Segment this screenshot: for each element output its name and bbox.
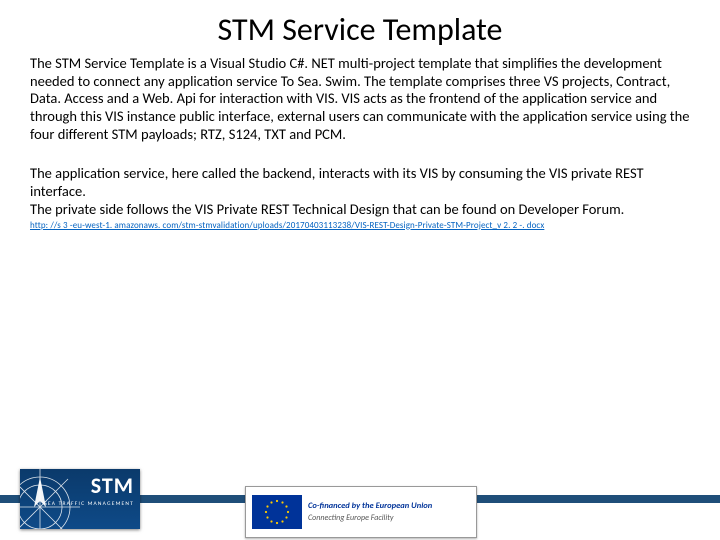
paragraph-3: The private side follows the VIS Private… xyxy=(30,201,690,219)
eu-flag-icon xyxy=(252,495,302,529)
paragraph-1: The STM Service Template is a Visual Stu… xyxy=(30,55,690,143)
eu-line-2: Connecting Europe Facility xyxy=(308,513,472,523)
eu-cofinance-block: Co-financed by the European Union Connec… xyxy=(245,486,477,538)
stm-logo-abbrev: STM xyxy=(44,475,134,497)
stm-logo-full: SEA TRAFFIC MANAGEMENT xyxy=(44,501,134,507)
page-title: STM Service Template xyxy=(0,10,720,49)
eu-line-1: Co-financed by the European Union xyxy=(308,501,472,511)
reference-link[interactable]: http: //s 3 -eu-west-1. amazonaws. com/s… xyxy=(30,221,690,232)
stm-logo: STM SEA TRAFFIC MANAGEMENT xyxy=(20,469,140,529)
body-text: The STM Service Template is a Visual Stu… xyxy=(0,55,720,231)
paragraph-2: The application service, here called the… xyxy=(30,165,690,200)
footer: STM SEA TRAFFIC MANAGEMENT xyxy=(0,465,720,540)
